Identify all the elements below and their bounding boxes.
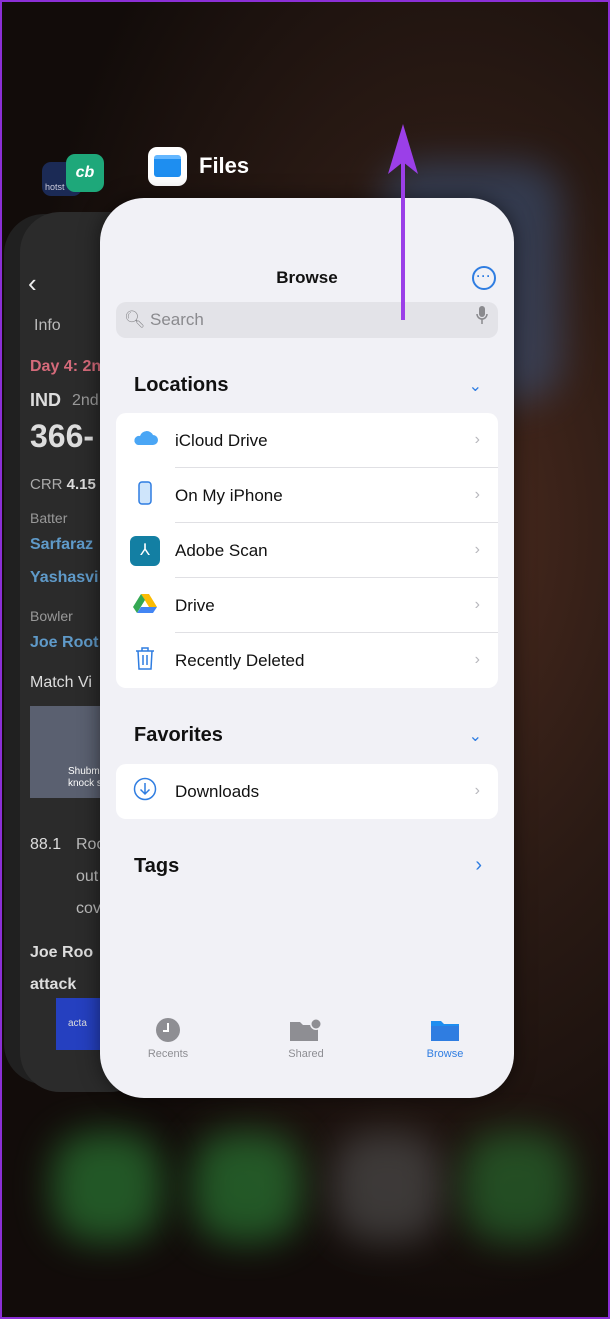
folder-icon xyxy=(154,155,181,177)
page-title: Browse xyxy=(276,268,338,287)
bowler-label: Bowler xyxy=(30,608,73,624)
chevron-right-icon: › xyxy=(474,486,480,503)
trash-icon xyxy=(130,646,160,676)
tab-bar: Recents Shared Browse xyxy=(100,998,514,1098)
batter-name: Yashasvi xyxy=(30,569,99,586)
favorites-heading: Favorites xyxy=(134,724,223,746)
location-label: Recently Deleted xyxy=(175,651,305,670)
headline: attack xyxy=(30,976,77,993)
batter-name: Sarfaraz xyxy=(30,536,94,553)
swipe-up-arrow-icon xyxy=(388,124,418,320)
files-app-card[interactable]: Browse ··· 🔍︎ Search Locations ⌄ iCloud … xyxy=(100,198,514,1098)
commentary: cov xyxy=(76,900,101,917)
over-number: 88.1 xyxy=(30,836,62,853)
google-drive-icon xyxy=(130,593,160,619)
location-drive[interactable]: Drive › xyxy=(116,578,498,633)
batter-label: Batter xyxy=(30,510,68,526)
match-videos-heading: Match Vi xyxy=(30,674,92,691)
match-day: Day 4: 2n xyxy=(30,358,102,375)
blurred-dock-icon xyxy=(462,1132,572,1242)
location-label: On My iPhone xyxy=(175,468,498,523)
chevron-right-icon: › xyxy=(474,431,480,448)
search-input[interactable]: 🔍︎ Search xyxy=(116,302,498,338)
crr-value: 4.15 xyxy=(66,476,96,493)
innings: 2nd xyxy=(72,392,99,409)
folder-icon xyxy=(395,1016,495,1044)
crr-label: CRR xyxy=(30,476,63,493)
ad-text: acta xyxy=(68,1018,87,1029)
bowler-name: Joe Root xyxy=(30,634,99,651)
commentary: out xyxy=(76,868,99,885)
location-label: Adobe Scan xyxy=(175,523,498,578)
app-switcher: hotst cb Files ‹ Info Day 4: 2n IND 2nd … xyxy=(0,0,610,1319)
tab-label: Recents xyxy=(147,1048,189,1060)
location-icloud-drive[interactable]: iCloud Drive › xyxy=(116,413,498,468)
microphone-icon[interactable] xyxy=(476,302,488,338)
chevron-down-icon[interactable]: ⌄ xyxy=(469,726,482,746)
tab-label: Shared xyxy=(288,1048,324,1060)
location-on-my-iphone[interactable]: On My iPhone › xyxy=(116,468,498,523)
location-recently-deleted[interactable]: Recently Deleted › xyxy=(116,633,498,688)
tab-shared[interactable]: Shared xyxy=(256,1016,356,1060)
tab-recents[interactable]: Recents xyxy=(118,1016,218,1060)
blurred-dock-icon xyxy=(52,1132,162,1242)
location-adobe-scan[interactable]: ⅄ Adobe Scan › xyxy=(116,523,498,578)
chevron-right-icon: › xyxy=(474,782,480,799)
tags-heading[interactable]: Tags xyxy=(134,855,179,878)
hotstar-label: hotst xyxy=(45,182,65,192)
chevron-right-icon: › xyxy=(474,541,480,558)
tab-info: Info xyxy=(34,317,61,334)
locations-heading: Locations xyxy=(134,374,229,396)
tab-label: Browse xyxy=(426,1048,464,1060)
chevron-right-icon[interactable]: › xyxy=(475,854,482,877)
download-icon xyxy=(130,777,160,807)
chevron-right-icon: › xyxy=(474,596,480,613)
favorite-label: Downloads xyxy=(175,782,260,801)
tab-browse[interactable]: Browse xyxy=(395,1016,495,1060)
more-options-button[interactable]: ··· xyxy=(472,266,496,290)
location-label: Drive xyxy=(175,578,498,633)
headline: Joe Roo xyxy=(30,944,94,961)
files-app-icon[interactable] xyxy=(148,147,187,186)
search-placeholder: Search xyxy=(150,310,204,329)
icloud-icon xyxy=(130,429,160,452)
chevron-right-icon: › xyxy=(474,651,480,668)
adobe-scan-icon: ⅄ xyxy=(130,535,160,566)
blurred-dock-icon xyxy=(192,1132,302,1242)
shared-folder-icon xyxy=(256,1016,356,1044)
iphone-icon xyxy=(130,480,160,511)
search-icon: 🔍︎ xyxy=(124,310,146,329)
cricbuzz-app-icon[interactable]: cb xyxy=(66,154,104,192)
favorites-list: Downloads › xyxy=(116,764,498,819)
location-label: iCloud Drive xyxy=(175,413,498,468)
files-app-name: Files xyxy=(199,153,250,178)
score: 366- xyxy=(30,418,95,454)
team: IND xyxy=(30,390,61,410)
favorite-downloads[interactable]: Downloads › xyxy=(116,764,498,819)
blurred-dock-icon xyxy=(332,1132,442,1242)
locations-list: iCloud Drive › On My iPhone › ⅄ Adobe Scan ›… xyxy=(116,413,498,688)
chevron-down-icon[interactable]: ⌄ xyxy=(469,376,482,396)
